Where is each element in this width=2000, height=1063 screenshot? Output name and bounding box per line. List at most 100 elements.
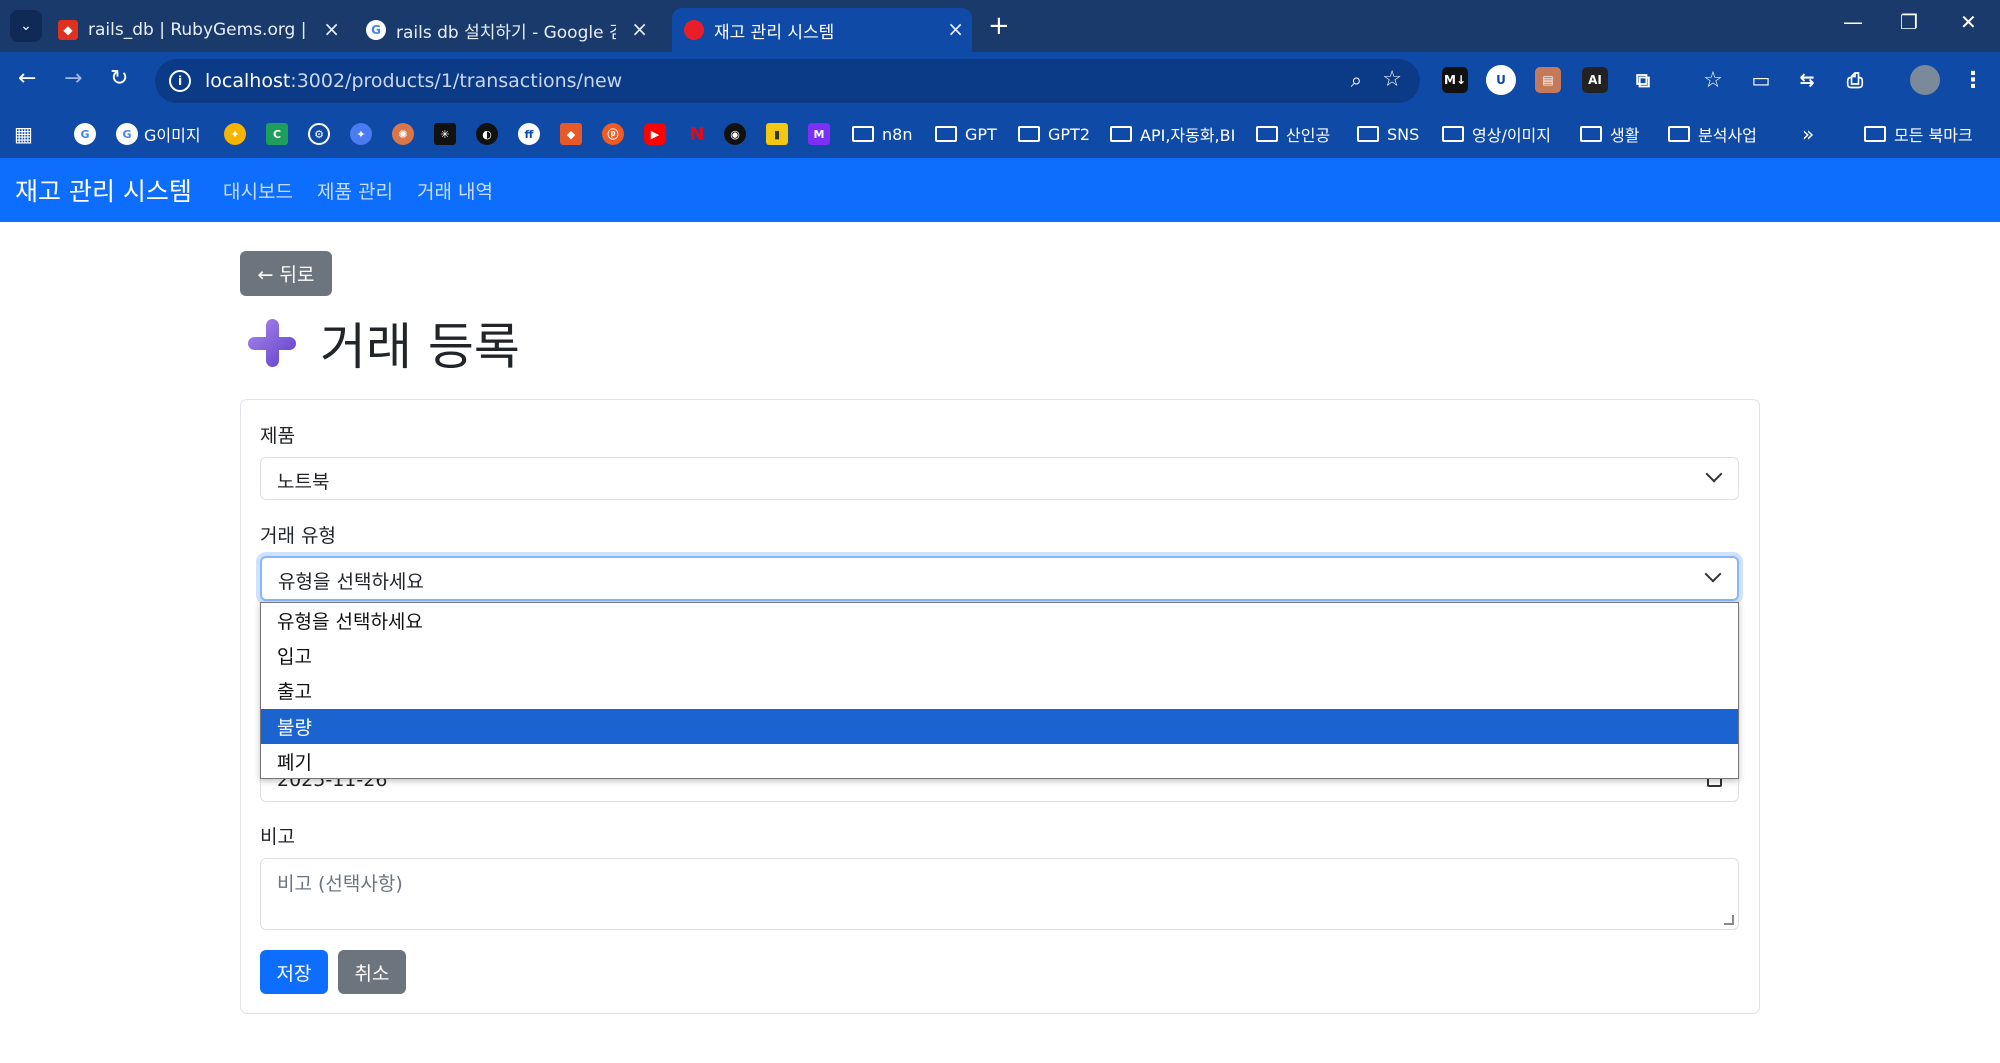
bookmark-ff[interactable]: ff (518, 122, 546, 146)
bookmark-label: 모든 북마크 (1894, 126, 1973, 145)
browser-tab-strip: ⌄ ◆ rails_db | RubyGems.org | your × G r… (0, 0, 2000, 52)
puzzle-icon[interactable]: ⧉ (1630, 67, 1656, 93)
new-tab-icon[interactable]: + (988, 11, 1010, 41)
black-circle-icon: ◐ (476, 123, 498, 145)
netflix-icon: N (689, 123, 705, 145)
folder-icon (1668, 126, 1690, 142)
apps-grid-icon[interactable]: ▦ (14, 122, 33, 146)
tab-search-button[interactable]: ⌄ (10, 10, 42, 42)
url-text[interactable]: localhost:3002/products/1/transactions/n… (205, 70, 622, 92)
bookmark-folder-api[interactable]: API,자동화,BI (1110, 122, 1235, 146)
bookmark-orange[interactable]: ⓟ (602, 122, 630, 146)
bookmarks-bar: ▦ G G G이미지 ✦ C ⚙ ✦ ✺ ✳ ◐ ff ◆ ⓟ ▶ N ◉ ▮ M… (0, 110, 2000, 158)
bookmark-folder-gpt[interactable]: GPT (935, 122, 997, 146)
printer-extension-icon[interactable]: ▤ (1535, 67, 1561, 93)
site-info-icon[interactable]: i (169, 70, 191, 92)
nav-products[interactable]: 제품 관리 (317, 177, 393, 204)
markdown-extension-icon[interactable]: M↓ (1442, 67, 1468, 93)
bookmark-label: n8n (882, 124, 913, 144)
cube-icon: ◆ (560, 123, 582, 145)
app-brand[interactable]: 재고 관리 시스템 (15, 172, 192, 208)
close-icon[interactable]: × (323, 17, 340, 41)
bookmark-chart[interactable]: ▮ (766, 122, 794, 146)
back-button[interactable]: ← 뒤로 (240, 251, 332, 296)
translate-icon[interactable]: ⇆ (1794, 67, 1820, 93)
address-bar[interactable]: i localhost:3002/products/1/transactions… (155, 59, 1420, 103)
page-title: 거래 등록 (248, 308, 520, 378)
star-list-icon[interactable]: ☆ (1700, 67, 1726, 93)
bookmark-green[interactable]: C (266, 122, 294, 146)
reload-icon[interactable]: ↻ (110, 66, 128, 91)
bookmark-gemini[interactable]: ✦ (350, 122, 378, 146)
zoom-icon[interactable]: ⌕ (1351, 68, 1362, 92)
bookmark-netflix[interactable]: N (686, 122, 714, 146)
back-arrow-icon[interactable]: ← (18, 66, 36, 91)
claude-icon: ✺ (392, 123, 414, 145)
minimize-icon[interactable]: — (1843, 10, 1863, 34)
note-textarea[interactable]: 비고 (선택사항) (260, 858, 1739, 930)
pinwheel-icon: ✦ (224, 123, 246, 145)
github-icon: ◉ (724, 123, 746, 145)
app-navbar: 재고 관리 시스템 대시보드 제품 관리 거래 내역 (0, 158, 2000, 222)
tab-google[interactable]: G rails db 설치하기 - Google 검 × (366, 8, 656, 52)
bookmark-folder-life[interactable]: 생활 (1580, 122, 1639, 146)
bookmark-openai[interactable]: ⚙ (308, 122, 336, 146)
url-host: localhost (205, 70, 291, 92)
bookmark-youtube[interactable]: ▶ (644, 122, 672, 146)
option-placeholder[interactable]: 유형을 선택하세요 (261, 603, 1738, 638)
product-label: 제품 (260, 425, 295, 447)
option-inbound[interactable]: 입고 (261, 638, 1738, 673)
restore-icon[interactable]: ❐ (1900, 10, 1918, 34)
option-disposal[interactable]: 폐기 (261, 744, 1738, 779)
bookmark-perplexity[interactable]: ✳ (434, 122, 462, 146)
green-app-icon: C (266, 123, 288, 145)
product-select-value: 노트북 (277, 471, 330, 493)
google-icon: G (116, 123, 138, 145)
option-defect[interactable]: 불량 (261, 709, 1738, 744)
bookmark-folder-analysis[interactable]: 분석사업 (1668, 122, 1757, 146)
bookmark-folder-gpt2[interactable]: GPT2 (1018, 122, 1090, 146)
note-placeholder: 비고 (선택사항) (277, 873, 403, 895)
menu-dots-icon[interactable]: ⋮ (1960, 67, 1986, 93)
bookmark-pinwheel[interactable]: ✦ (224, 122, 252, 146)
save-button[interactable]: 저장 (260, 950, 328, 994)
folder-icon (852, 126, 874, 142)
tab-inventory[interactable]: 재고 관리 시스템 × (672, 8, 972, 52)
bookmark-black-circle[interactable]: ◐ (476, 122, 504, 146)
bookmark-cube[interactable]: ◆ (560, 122, 588, 146)
nav-dashboard[interactable]: 대시보드 (223, 177, 293, 204)
bookmark-google[interactable]: G (74, 122, 102, 146)
bookmark-gimage[interactable]: G G이미지 (116, 122, 201, 146)
more-bookmarks-icon[interactable]: » (1802, 122, 1814, 146)
bookmark-star-icon[interactable]: ☆ (1382, 67, 1402, 92)
close-icon[interactable]: × (631, 17, 648, 41)
ai-extension-icon[interactable]: AI (1582, 67, 1608, 93)
print-icon[interactable]: ⎙ (1842, 67, 1868, 93)
tab-rubygems[interactable]: ◆ rails_db | RubyGems.org | your × (58, 8, 348, 52)
close-icon[interactable]: × (947, 17, 964, 41)
option-outbound[interactable]: 출고 (261, 673, 1738, 708)
folder-icon (1580, 126, 1602, 142)
bookmark-make[interactable]: M (808, 122, 836, 146)
bookmark-folder-n8n[interactable]: n8n (852, 122, 912, 146)
cancel-button[interactable]: 취소 (338, 950, 406, 994)
bookmark-folder-video[interactable]: 영상/이미지 (1442, 122, 1551, 146)
product-select[interactable]: 노트북 (260, 457, 1739, 500)
u-extension-icon[interactable]: U (1486, 65, 1516, 95)
type-select[interactable]: 유형을 선택하세요 (260, 556, 1739, 601)
window-close-icon[interactable]: ✕ (1960, 10, 1977, 34)
youtube-icon: ▶ (644, 123, 666, 145)
nav-transactions[interactable]: 거래 내역 (417, 177, 493, 204)
cast-icon[interactable]: ▭ (1748, 67, 1774, 93)
bookmark-folder-saningong[interactable]: 산인공 (1256, 122, 1330, 146)
forward-arrow-icon[interactable]: → (64, 66, 82, 91)
profile-avatar[interactable] (1910, 65, 1940, 95)
resize-handle-icon[interactable] (1724, 915, 1734, 925)
bookmark-claude[interactable]: ✺ (392, 122, 420, 146)
bookmark-label: API,자동화,BI (1140, 126, 1236, 145)
bookmark-folder-sns[interactable]: SNS (1357, 122, 1419, 146)
bookmark-label: 산인공 (1286, 126, 1331, 145)
bookmark-github[interactable]: ◉ (724, 122, 752, 146)
bookmark-folder-all[interactable]: 모든 북마크 (1864, 122, 1973, 146)
bar-chart-icon: ▮ (766, 123, 788, 145)
